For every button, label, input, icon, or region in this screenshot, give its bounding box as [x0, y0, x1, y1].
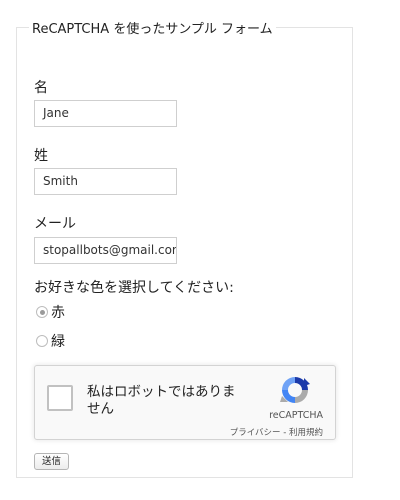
- radio-green[interactable]: [36, 335, 48, 347]
- first-name-input[interactable]: Jane: [34, 100, 177, 127]
- recaptcha-checkbox-label: 私はロボットではありません: [87, 384, 236, 417]
- first-name-label: 名: [34, 80, 48, 96]
- radio-green-label: 緑: [51, 334, 65, 350]
- form-legend: ReCAPTCHA を使ったサンプル フォーム: [32, 22, 273, 37]
- last-name-label: 姓: [34, 148, 48, 164]
- recaptcha-brand: reCAPTCHA: [269, 410, 323, 421]
- recaptcha-widget: 私はロボットではありません reCAPTCHA プライバシー - 利用規約: [34, 365, 336, 440]
- last-name-input[interactable]: Smith: [34, 168, 177, 195]
- radio-option-green[interactable]: 緑: [36, 331, 65, 351]
- recaptcha-checkbox[interactable]: [47, 385, 73, 411]
- radio-red[interactable]: [36, 306, 48, 318]
- email-label: メール: [34, 216, 76, 232]
- recaptcha-logo-icon: [279, 374, 311, 410]
- radio-option-red[interactable]: 赤: [36, 302, 65, 322]
- email-input[interactable]: stopallbots@gmail.com: [34, 237, 177, 264]
- color-question: お好きな色を選択してください:: [34, 280, 234, 296]
- radio-red-label: 赤: [51, 305, 65, 321]
- recaptcha-privacy-terms-link[interactable]: プライバシー - 利用規約: [230, 426, 323, 438]
- submit-button[interactable]: 送信: [34, 453, 70, 470]
- sample-form: ReCAPTCHA を使ったサンプル フォーム 名 Jane 姓 Smith メ…: [16, 18, 353, 478]
